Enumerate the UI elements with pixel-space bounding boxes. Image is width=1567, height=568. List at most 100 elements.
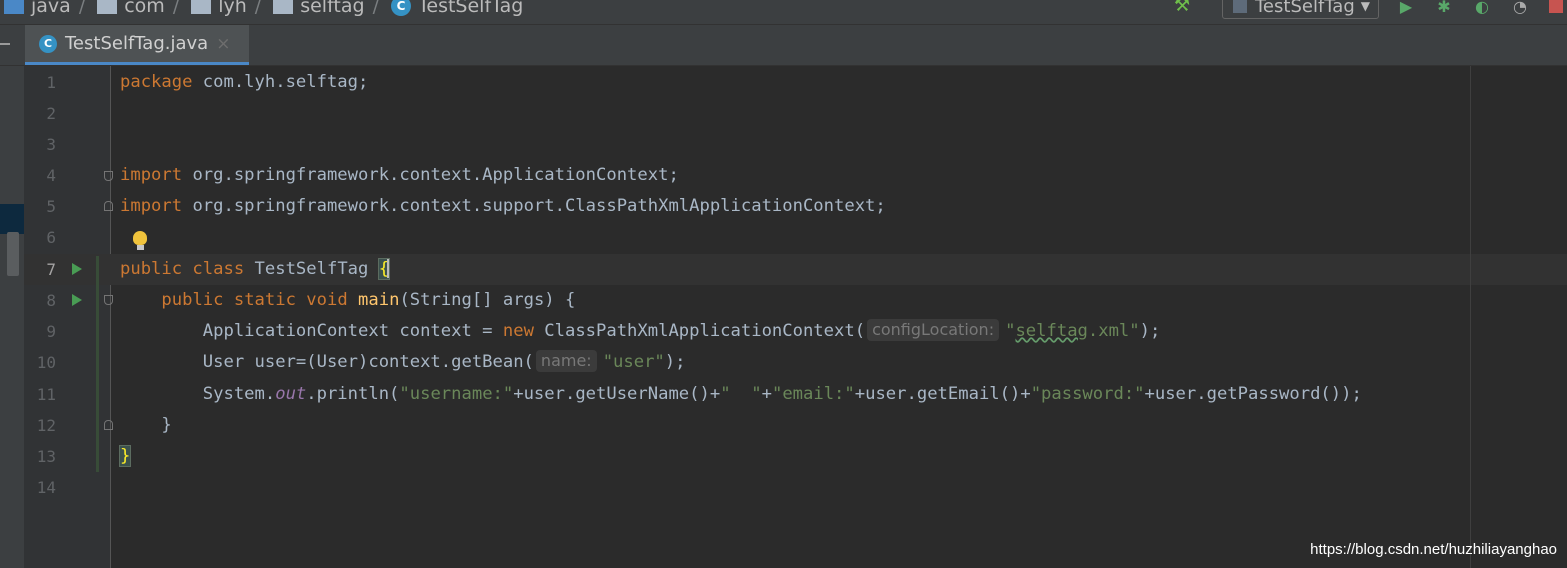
- breadcrumb-label: com: [124, 0, 165, 17]
- string-literal: ": [1005, 321, 1016, 341]
- gutter-divider: [110, 66, 111, 568]
- fold-end-icon[interactable]: [104, 201, 113, 211]
- package-folder-icon: [191, 0, 212, 14]
- breadcrumb: java / com / lyh / selftag / C TestSelfT…: [0, 0, 523, 21]
- line-number: 2: [46, 104, 56, 123]
- code-text: }: [120, 415, 172, 435]
- close-icon[interactable]: ×: [216, 34, 230, 54]
- run-config-icon: [1233, 0, 1247, 13]
- code-text: );: [664, 352, 686, 372]
- string-literal: selftag: [1015, 321, 1088, 341]
- string-literal: "email:": [771, 384, 855, 404]
- code-text: System.: [120, 384, 276, 404]
- keyword: import: [120, 165, 183, 185]
- breadcrumb-testselftag[interactable]: C TestSelfTag: [387, 0, 523, 17]
- code-text: com.lyh.selftag;: [192, 72, 369, 92]
- method-name: main: [358, 290, 400, 310]
- breadcrumb-com[interactable]: com: [93, 0, 165, 17]
- run-configuration-select[interactable]: TestSelfTag ▼: [1222, 0, 1379, 19]
- vcs-change-bar: [96, 256, 99, 472]
- breadcrumb-selftag[interactable]: selftag: [269, 0, 365, 17]
- stop-icon[interactable]: [1549, 0, 1563, 13]
- breadcrumb-java[interactable]: java: [0, 0, 71, 17]
- line-number: 10: [36, 353, 56, 372]
- string-literal: "username:": [399, 384, 514, 404]
- code-text: ApplicationContext context =: [120, 321, 503, 341]
- line-number: 5: [46, 197, 56, 216]
- code-text: (String[] args) {: [399, 290, 576, 310]
- string-literal: .xml": [1087, 321, 1140, 341]
- code-line-8: public static void main(String[] args) {: [120, 285, 575, 316]
- breadcrumb-separator: /: [254, 0, 262, 17]
- line-number: 9: [46, 322, 56, 341]
- keyword: public class: [120, 259, 245, 279]
- code-line-11: System.out.println("username:"+user.getU…: [120, 379, 1362, 410]
- line-number: 14: [36, 478, 56, 497]
- breadcrumb-separator: /: [78, 0, 86, 17]
- line-number: 11: [36, 385, 56, 404]
- tab-testselftag-java[interactable]: C TestSelfTag.java ×: [25, 25, 249, 65]
- line-number: 1: [46, 73, 56, 92]
- matched-brace: }: [118, 445, 132, 467]
- run-configuration-label: TestSelfTag: [1255, 0, 1355, 17]
- parameter-hint: name:: [535, 350, 597, 372]
- java-class-icon: C: [391, 0, 411, 16]
- run-main-gutter-icon[interactable]: [72, 294, 82, 306]
- text-caret: [387, 258, 390, 278]
- left-tool-strip: [0, 66, 24, 568]
- static-field: out: [275, 384, 307, 404]
- code-text: User user=(User)context.getBean(: [120, 352, 534, 372]
- navigation-bar: java / com / lyh / selftag / C TestSelfT…: [0, 0, 1567, 25]
- code-line-10: User user=(User)context.getBean(name: "us…: [120, 347, 685, 378]
- line-number: 4: [46, 166, 56, 185]
- breadcrumb-label: lyh: [218, 0, 247, 17]
- source-folder-icon: [4, 0, 24, 14]
- line-number: 3: [46, 135, 56, 154]
- code-text: org.springframework.context.ApplicationC…: [182, 165, 679, 185]
- code-line-1: package com.lyh.selftag;: [120, 67, 368, 98]
- fold-start-icon[interactable]: [104, 295, 113, 305]
- code-text: org.springframework.context.support.Clas…: [182, 196, 886, 216]
- code-line-13: }: [118, 441, 132, 472]
- intention-bulb-base: [137, 245, 144, 250]
- breadcrumb-separator: /: [372, 0, 379, 17]
- run-class-gutter-icon[interactable]: [72, 263, 82, 275]
- debug-bug-icon[interactable]: ✱: [1435, 0, 1453, 16]
- coverage-icon[interactable]: ◐: [1473, 0, 1491, 16]
- line-number: 7: [46, 260, 56, 279]
- profile-icon[interactable]: ◔: [1511, 0, 1529, 16]
- tab-label: TestSelfTag.java: [65, 33, 209, 54]
- scrollbar-thumb[interactable]: [7, 232, 19, 276]
- keyword: import: [120, 196, 183, 216]
- code-text: .println(: [306, 384, 400, 404]
- package-folder-icon: [97, 0, 118, 14]
- code-line-12: }: [120, 410, 172, 441]
- code-text: +user.getUserName()+: [513, 384, 721, 404]
- project-selection-marker: [0, 204, 24, 234]
- editor-tab-bar: C TestSelfTag.java ×: [0, 25, 1567, 66]
- line-number: 13: [36, 447, 56, 466]
- fold-end-icon[interactable]: [104, 420, 113, 430]
- package-folder-icon: [273, 0, 294, 14]
- breadcrumb-label: java: [31, 0, 71, 17]
- code-text: ClassPathXmlApplicationContext(: [533, 321, 866, 341]
- string-literal: "user": [602, 352, 665, 372]
- line-number: 8: [46, 291, 56, 310]
- keyword: public static void: [161, 290, 348, 310]
- chevron-down-icon: ▼: [1360, 0, 1370, 13]
- keyword: package: [120, 72, 193, 92]
- right-margin-guide: [1470, 66, 1471, 568]
- string-literal: "password:": [1030, 384, 1145, 404]
- fold-start-icon[interactable]: [104, 171, 113, 181]
- build-hammer-icon[interactable]: ⚒: [1174, 0, 1196, 15]
- code-line-9: ApplicationContext context = new ClassPa…: [120, 316, 1160, 347]
- breadcrumb-lyh[interactable]: lyh: [187, 0, 247, 17]
- code-text: +user.getPassword());: [1144, 384, 1362, 404]
- keyword: new: [502, 321, 534, 341]
- intention-bulb-icon[interactable]: [133, 231, 147, 245]
- code-line-5: import org.springframework.context.suppo…: [120, 191, 886, 222]
- collapse-icon[interactable]: [0, 43, 10, 45]
- run-icon[interactable]: ▶: [1397, 0, 1415, 16]
